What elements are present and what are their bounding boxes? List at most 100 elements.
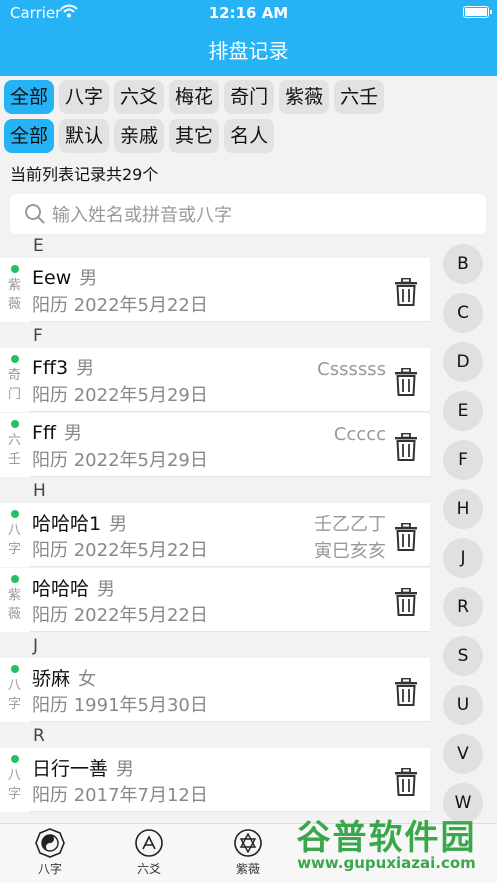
trash-icon[interactable] [394, 588, 418, 616]
record-name-line: Fff 男 [32, 419, 82, 445]
tab-ziwei[interactable]: 紫薇 [218, 828, 278, 877]
row-divider [30, 411, 430, 412]
record-name: Fff3 [32, 357, 69, 379]
status-dot [11, 355, 19, 363]
search-icon [25, 204, 45, 224]
section-header: E [33, 236, 44, 256]
index-letter-button[interactable]: V [443, 734, 483, 774]
remark-line: 壬乙乙丁 [314, 514, 386, 535]
tab-label: 八字 [37, 862, 62, 876]
trash-icon[interactable] [394, 678, 418, 706]
record-gender: 男 [97, 579, 116, 600]
remark-line: Ccccc [333, 424, 386, 445]
record-date: 阳历 2017年7月12日 [32, 785, 208, 806]
filter-chip[interactable]: 名人 [224, 119, 275, 153]
battery-icon [463, 6, 492, 18]
watermark-logo: 谷普软件园 www.gupuxiazai.com [276, 810, 497, 883]
index-letter-button[interactable]: B [443, 244, 483, 284]
record-row[interactable]: 紫薇 Eew 男阳历 2022年5月22日 [0, 258, 430, 322]
row-divider [30, 631, 430, 632]
record-name: Fff [32, 422, 57, 444]
section-header: R [33, 726, 45, 746]
index-letter-button[interactable]: H [443, 489, 483, 529]
filter-chip[interactable]: 其它 [169, 119, 220, 153]
record-name-line: Fff3 男 [32, 354, 94, 380]
section-header: F [33, 326, 43, 346]
trash-icon[interactable] [394, 768, 418, 796]
filter-chip[interactable]: 全部 [4, 80, 55, 114]
record-name-line: 哈哈哈1 男 [32, 509, 127, 536]
record-date: 阳历 2022年5月22日 [32, 605, 208, 626]
index-letter-button[interactable]: D [443, 342, 483, 382]
record-row[interactable]: 奇门 Fff3 男阳历 2022年5月29日 Cssssss [0, 348, 430, 412]
watermark-url: www.gupuxiazai.com [297, 854, 476, 872]
index-letter-button[interactable]: E [443, 391, 483, 431]
record-row[interactable]: 八字 日行一善男阳历 2017年7月12日 [0, 748, 430, 812]
index-letter-button[interactable]: R [443, 587, 483, 627]
filter-chip[interactable]: 亲戚 [114, 119, 165, 153]
record-name-line: 日行一善男 [32, 754, 134, 781]
search-box[interactable] [10, 194, 486, 236]
filter-chip[interactable]: 奇门 [224, 80, 275, 114]
filter-chip[interactable]: 梅花 [169, 80, 220, 114]
record-row[interactable]: 紫薇 哈哈哈男阳历 2022年5月22日 [0, 568, 430, 632]
record-count-label: 当前列表记录共29个 [10, 165, 159, 184]
watermark-title: 谷普软件园 [296, 818, 477, 858]
record-row[interactable]: 八字 骄麻女阳历 1991年5月30日 [0, 658, 430, 722]
page-title: 排盘记录 [208, 39, 289, 63]
record-remark: Ccccc [334, 421, 386, 448]
record-name: 哈哈哈1 [32, 513, 102, 535]
record-gender: 男 [116, 759, 135, 780]
record-row[interactable]: 八字 哈哈哈1 男阳历 2022年5月22日 壬乙乙丁 寅巳亥亥 [0, 503, 430, 567]
nav-bar: 排盘记录 [0, 26, 497, 76]
index-letter-button[interactable]: J [443, 538, 483, 578]
status-dot [11, 665, 19, 673]
record-gender: 男 [64, 423, 83, 444]
tab-bazi[interactable]: 八字 [20, 828, 80, 877]
record-type: 八字 [8, 768, 22, 802]
index-letter-button[interactable]: F [443, 440, 483, 480]
index-letter-button[interactable]: C [443, 293, 483, 333]
record-type: 奇门 [8, 368, 22, 402]
remark-line: 寅巳亥亥 [314, 541, 386, 562]
record-row[interactable]: 六壬 Fff 男阳历 2022年5月29日 Ccccc [0, 413, 430, 477]
index-letter-button[interactable]: S [443, 636, 483, 676]
filter-chip[interactable]: 全部 [4, 119, 55, 153]
record-type: 紫薇 [8, 588, 22, 622]
row-divider [30, 476, 430, 477]
status-dot [11, 755, 19, 763]
liuyao-icon [135, 829, 163, 857]
tab-liuyao[interactable]: 六爻 [119, 828, 179, 877]
record-name-line: Eew 男 [32, 264, 97, 290]
filter-chip[interactable]: 紫薇 [279, 80, 330, 114]
index-letter-button[interactable]: U [443, 685, 483, 725]
record-date: 阳历 2022年5月22日 [32, 295, 208, 316]
trash-icon[interactable] [394, 278, 418, 306]
yin-yang-icon [35, 828, 65, 858]
trash-icon[interactable] [394, 368, 418, 396]
status-dot [11, 510, 19, 518]
section-header: H [33, 481, 46, 501]
status-bar: Carrier 12:16 AM [0, 0, 497, 26]
record-type: 六壬 [8, 433, 22, 467]
record-type: 八字 [8, 678, 22, 712]
filter-chip[interactable]: 八字 [59, 80, 110, 114]
filter-chip[interactable]: 六壬 [334, 80, 385, 114]
filter-chip[interactable]: 六爻 [114, 80, 165, 114]
record-name: 哈哈哈 [32, 578, 90, 600]
record-date: 阳历 2022年5月29日 [32, 450, 208, 471]
status-dot [11, 265, 19, 273]
trash-icon[interactable] [394, 433, 418, 461]
record-date: 阳历 1991年5月30日 [32, 695, 208, 716]
record-name: Eew [32, 267, 72, 289]
record-gender: 男 [109, 514, 128, 535]
tab-label: 紫薇 [235, 862, 260, 876]
trash-icon[interactable] [394, 523, 418, 551]
tab-label: 六爻 [136, 862, 161, 876]
record-name: 骄麻 [32, 668, 71, 690]
group-filter-row: 全部 默认 亲戚 其它 名人 [4, 119, 279, 153]
search-input[interactable] [50, 194, 474, 236]
filter-chip[interactable]: 默认 [59, 119, 110, 153]
record-gender: 女 [78, 669, 97, 690]
star-of-david-icon [234, 829, 262, 857]
